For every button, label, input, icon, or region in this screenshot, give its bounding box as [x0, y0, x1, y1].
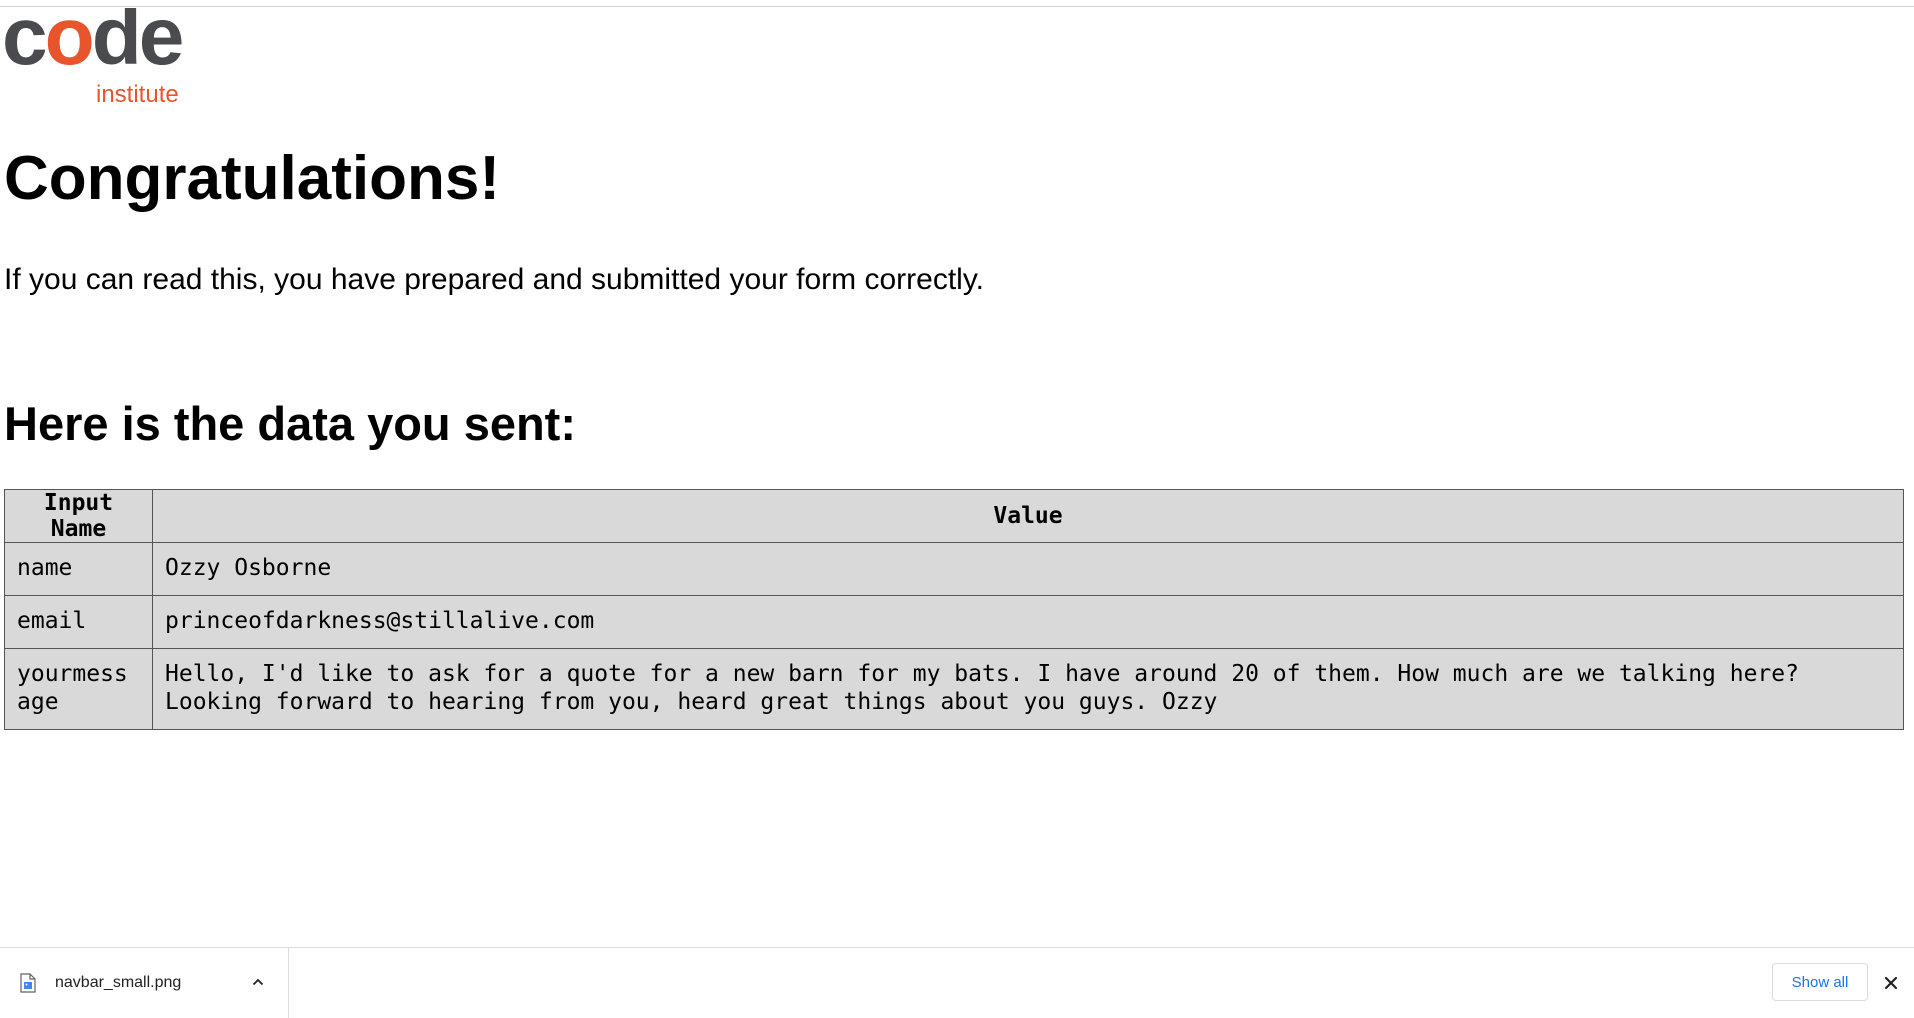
- download-file-name: navbar_small.png: [55, 974, 182, 991]
- logo-letters-de: de: [91, 8, 185, 82]
- column-header-input-name: Input Name: [4, 489, 153, 543]
- code-institute-logo: code institute: [4, 8, 204, 114]
- cell-value: Hello, I'd like to ask for a quote for a…: [152, 648, 1904, 730]
- cell-value: Ozzy Osborne: [152, 542, 1904, 596]
- table-row: email princeofdarkness@stillalive.com: [4, 595, 1904, 649]
- submitted-data-table: Input Name Value name Ozzy Osborne email…: [4, 489, 1904, 730]
- cell-input-name: name: [4, 542, 153, 596]
- data-section-heading: Here is the data you sent:: [4, 397, 576, 450]
- top-divider: [0, 6, 1914, 7]
- table-row: name Ozzy Osborne: [4, 542, 1904, 596]
- cell-input-name: email: [4, 595, 153, 649]
- logo-letter-c: c: [4, 8, 48, 82]
- column-header-value: Value: [152, 489, 1904, 543]
- image-file-icon: [20, 973, 36, 993]
- show-all-button[interactable]: Show all: [1772, 963, 1868, 1001]
- cell-input-name: yourmessage: [4, 648, 153, 730]
- chevron-up-icon[interactable]: [250, 974, 266, 990]
- cell-value: princeofdarkness@stillalive.com: [152, 595, 1904, 649]
- confirmation-text: If you can read this, you have prepared …: [4, 263, 984, 296]
- table-header-row: Input Name Value: [4, 489, 1904, 543]
- table-row: yourmessage Hello, I'd like to ask for a…: [4, 648, 1904, 730]
- close-icon[interactable]: [1880, 972, 1902, 994]
- page-content: code institute Congratulations! If you c…: [4, 8, 1910, 943]
- download-item[interactable]: navbar_small.png: [0, 948, 289, 1018]
- logo-wordmark-institute: institute: [96, 81, 179, 108]
- logo-letter-o: o: [44, 8, 95, 82]
- logo-wordmark-code: code: [4, 8, 184, 78]
- browser-viewport: code institute Congratulations! If you c…: [0, 0, 1914, 1018]
- download-shelf: navbar_small.png Show all: [0, 947, 1914, 1018]
- page-title: Congratulations!: [4, 144, 500, 213]
